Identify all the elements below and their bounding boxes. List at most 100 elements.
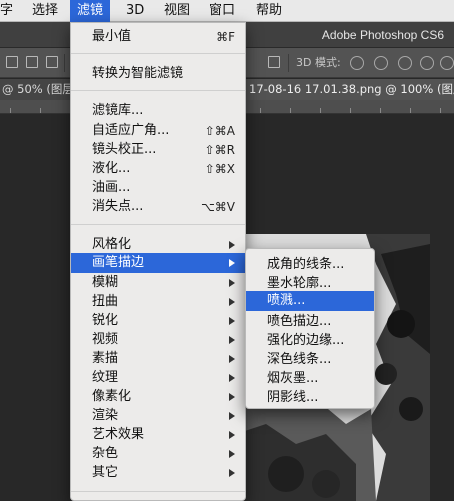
submenu-item-sprayed-strokes[interactable]: 喷色描边... (246, 312, 374, 332)
menu-item-last-filter[interactable]: 最小值 ⌘F (71, 27, 245, 47)
ruler-tick (440, 108, 441, 113)
toolbar-divider (288, 54, 289, 72)
menu-item-noise[interactable]: 杂色 (71, 444, 245, 464)
menu-item-label: 成角的线条... (267, 257, 345, 272)
menu-item-label: 阴影线... (267, 390, 319, 405)
menu-item-distort[interactable]: 扭曲 (71, 292, 245, 312)
menu-item-label: 油画... (92, 180, 131, 195)
menu-item-vanishing-point[interactable]: 消失点... ⌥⌘V (71, 197, 245, 217)
submenu-item-dark-strokes[interactable]: 深色线条... (246, 350, 374, 370)
menu-filter[interactable]: 滤镜 (70, 0, 111, 22)
menu-item-filter-gallery[interactable]: 滤镜库... (71, 101, 245, 121)
menu-divider (71, 224, 245, 225)
submenu-arrow-icon (229, 241, 235, 249)
ruler-tick (10, 108, 11, 113)
menu-select[interactable]: 选择 (25, 0, 65, 22)
menu-item-artistic[interactable]: 艺术效果 (71, 425, 245, 445)
distribute-icon[interactable] (268, 56, 280, 68)
menu-item-label: 墨水轮廓... (267, 276, 332, 291)
menu-help[interactable]: 帮助 (249, 0, 289, 22)
menu-item-label: 喷溅... (267, 293, 306, 308)
submenu-arrow-icon (229, 431, 235, 439)
menu-item-texture[interactable]: 纹理 (71, 368, 245, 388)
toolbar-divider (64, 54, 65, 72)
menu-item-label: 最小值 (92, 29, 132, 44)
menu-item-label: 像素化 (92, 389, 132, 404)
menu-item-convert-smart-filter[interactable]: 转换为智能滤镜 (71, 64, 245, 84)
document-tab-1[interactable]: @ 50% (图层 (0, 79, 72, 100)
menu-item-label: 模糊 (92, 275, 119, 290)
submenu-arrow-icon (229, 279, 235, 287)
submenu-arrow-icon (229, 393, 235, 401)
menu-item-label: 喷色描边... (267, 314, 332, 329)
menu-item-oil-paint[interactable]: 油画... (71, 178, 245, 198)
menu-item-shortcut: ⌥⌘V (200, 200, 235, 214)
menu-bar: 字 选择 滤镜 3D 视图 窗口 帮助 (0, 0, 454, 22)
ruler-tick (320, 108, 321, 113)
menu-item-pixelate[interactable]: 像素化 (71, 387, 245, 407)
menu-type[interactable]: 字 (0, 0, 20, 22)
document-tab-2[interactable]: 17-08-16 17.01.38.png @ 100% (图层 (246, 79, 454, 100)
menu-item-blur[interactable]: 模糊 (71, 273, 245, 293)
app-title: Adobe Photoshop CS6 (321, 28, 444, 42)
submenu-item-spatter[interactable]: 喷溅... (246, 291, 374, 311)
submenu-item-accented-edges[interactable]: 强化的边缘... (246, 331, 374, 351)
submenu-arrow-icon (229, 469, 235, 477)
menu-item-video[interactable]: 视频 (71, 330, 245, 350)
3d-roll-icon[interactable] (374, 56, 388, 70)
menu-item-label: 自适应广角... (92, 123, 170, 138)
menu-window[interactable]: 窗口 (202, 0, 242, 22)
menu-item-render[interactable]: 渲染 (71, 406, 245, 426)
submenu-arrow-icon (229, 450, 235, 458)
ruler-tick (290, 108, 291, 113)
3d-scale-icon[interactable] (440, 56, 454, 70)
3d-drag-icon[interactable] (398, 56, 412, 70)
submenu-item-crosshatch[interactable]: 阴影线... (246, 388, 374, 408)
3d-mode-label: 3D 模式: (296, 56, 341, 69)
align-left-icon[interactable] (6, 56, 18, 68)
menu-divider (71, 90, 245, 91)
submenu-item-sumi-e[interactable]: 烟灰墨... (246, 369, 374, 389)
menu-item-shortcut: ⌘F (216, 30, 235, 44)
align-center-icon[interactable] (26, 56, 38, 68)
menu-item-label: 视频 (92, 332, 119, 347)
menu-item-liquify[interactable]: 液化... ⇧⌘X (71, 159, 245, 179)
menu-item-label: 素描 (92, 351, 119, 366)
3d-slide-icon[interactable] (420, 56, 434, 70)
menu-item-stylize[interactable]: 风格化 (71, 235, 245, 255)
menu-item-adaptive-wide-angle[interactable]: 自适应广角... ⇧⌘A (71, 121, 245, 141)
menu-item-label: 镜头校正... (92, 142, 157, 157)
ruler-tick (260, 108, 261, 113)
menu-item-label: 纹理 (92, 370, 119, 385)
menu-item-shortcut: ⇧⌘R (204, 143, 235, 157)
menu-3d[interactable]: 3D (119, 0, 151, 22)
menu-divider (71, 491, 245, 492)
menu-item-lens-correction[interactable]: 镜头校正... ⇧⌘R (71, 140, 245, 160)
menu-item-label: 烟灰墨... (267, 371, 319, 386)
menu-item-sketch[interactable]: 素描 (71, 349, 245, 369)
menu-item-label: 强化的边缘... (267, 333, 345, 348)
submenu-arrow-icon (229, 259, 235, 267)
menu-divider (71, 53, 245, 54)
submenu-arrow-icon (229, 317, 235, 325)
submenu-arrow-icon (229, 374, 235, 382)
menu-item-label: 风格化 (92, 237, 132, 252)
menu-item-label: 其它 (92, 465, 119, 480)
menu-item-shortcut: ⇧⌘A (204, 124, 235, 138)
align-right-icon[interactable] (46, 56, 58, 68)
menu-item-label: 液化... (92, 161, 131, 176)
menu-item-brush-strokes[interactable]: 画笔描边 (71, 253, 245, 273)
3d-rotate-icon[interactable] (350, 56, 364, 70)
menu-item-sharpen[interactable]: 锐化 (71, 311, 245, 331)
filter-menu: 最小值 ⌘F 转换为智能滤镜 滤镜库... 自适应广角... ⇧⌘A 镜头校正...… (70, 22, 246, 501)
submenu-arrow-icon (229, 355, 235, 363)
menu-item-label: 锐化 (92, 313, 119, 328)
ruler-tick (410, 108, 411, 113)
submenu-arrow-icon (229, 298, 235, 306)
submenu-item-angled-strokes[interactable]: 成角的线条... (246, 255, 374, 275)
menu-item-other[interactable]: 其它 (71, 463, 245, 483)
menu-view[interactable]: 视图 (157, 0, 197, 22)
brush-strokes-submenu: 成角的线条... 墨水轮廓... 喷溅... 喷色描边... 强化的边缘... … (245, 248, 375, 409)
menu-item-label: 深色线条... (267, 352, 332, 367)
menu-item-label: 渲染 (92, 408, 119, 423)
